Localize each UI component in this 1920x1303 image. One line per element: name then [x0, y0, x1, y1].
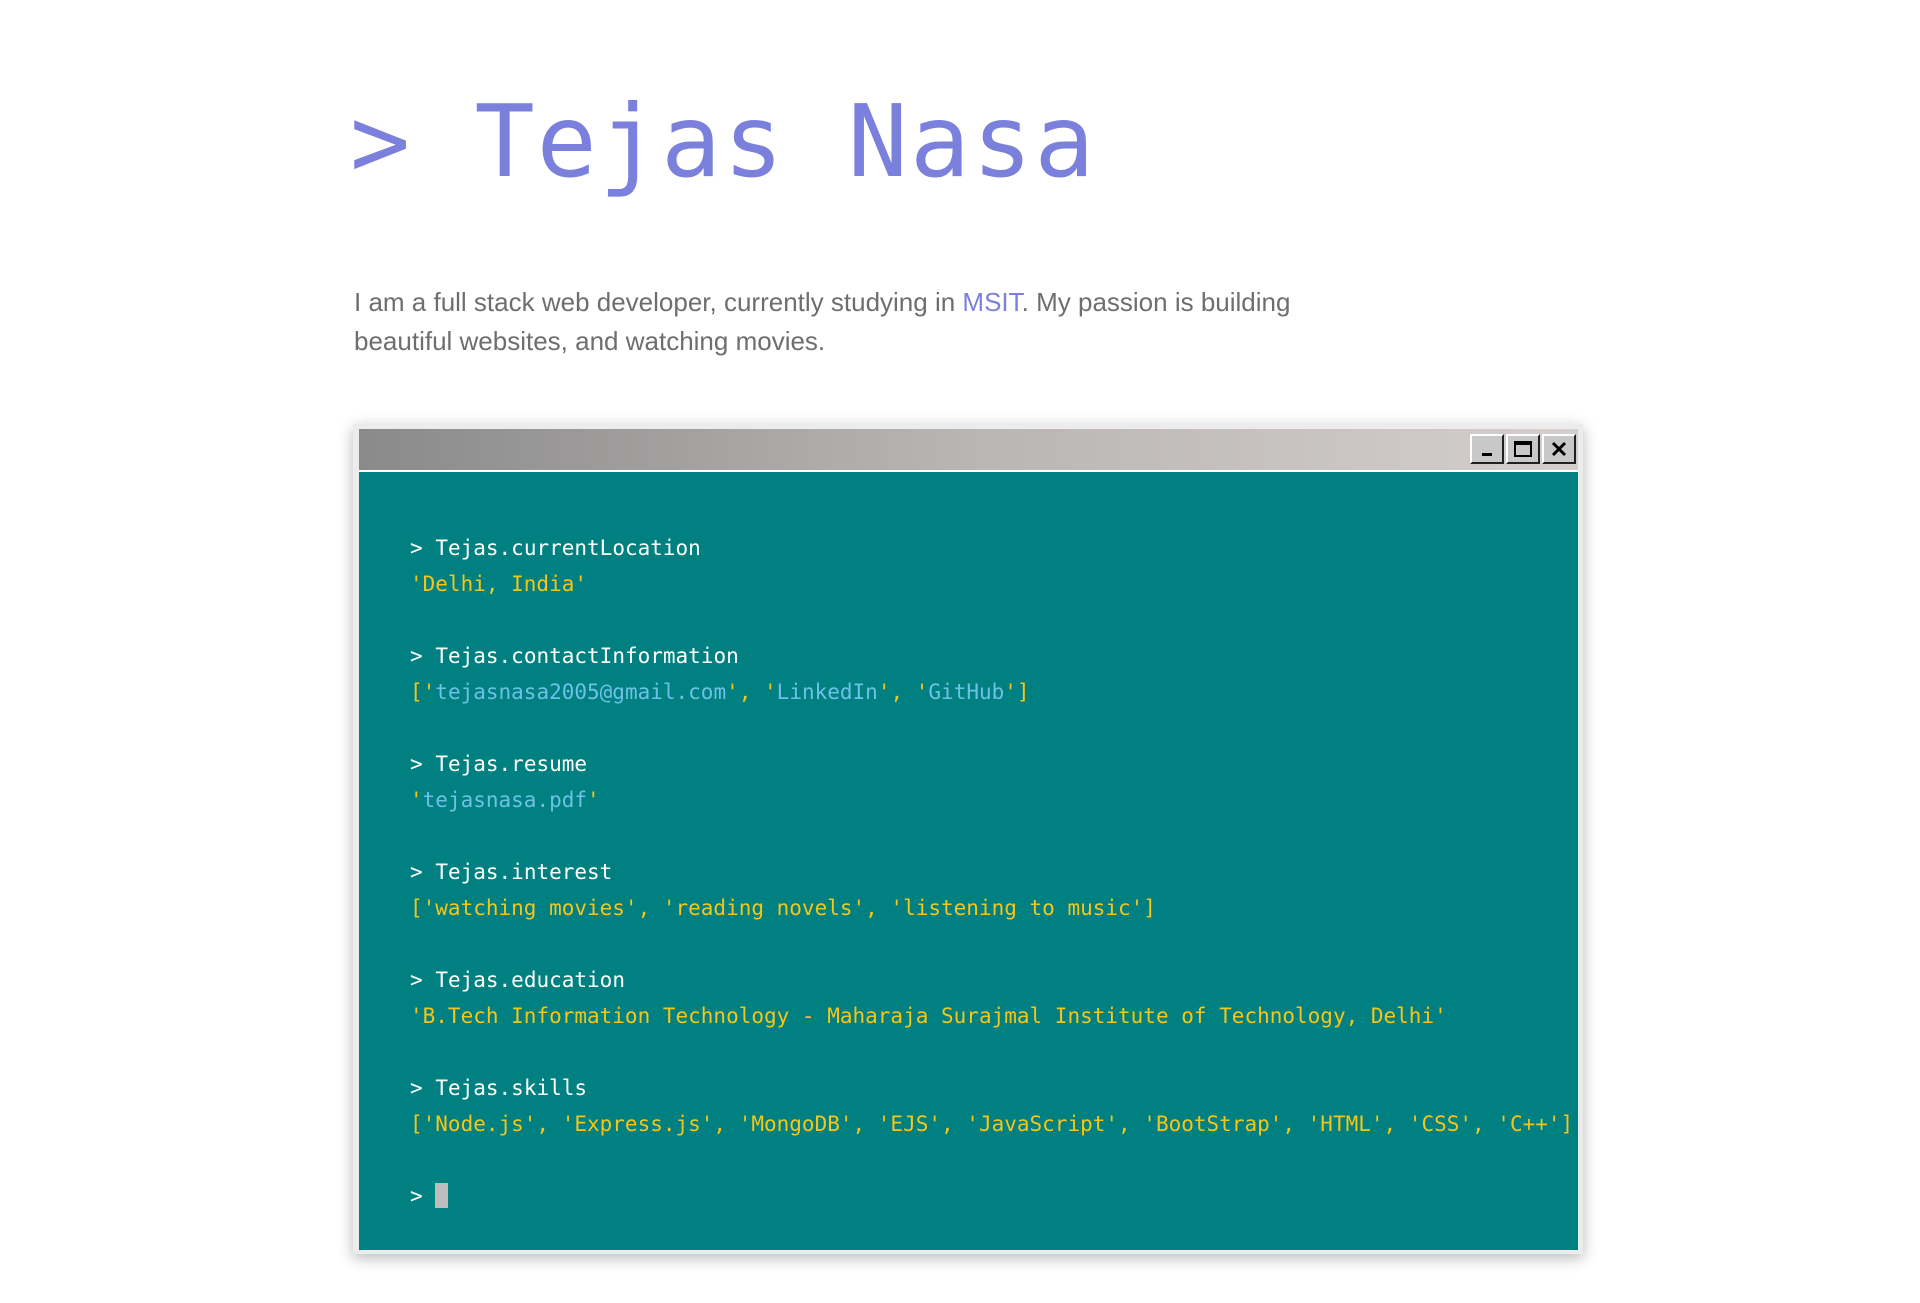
- output-location: 'Delhi, India': [410, 572, 588, 596]
- msit-link[interactable]: MSIT: [962, 287, 1021, 317]
- text-cursor: [434, 1183, 448, 1208]
- prompt-symbol: >: [410, 860, 423, 884]
- command-text: Tejas.education: [435, 968, 625, 992]
- output-resume: 'tejasnasa.pdf': [410, 782, 1578, 818]
- input-line[interactable]: >: [410, 1178, 1578, 1214]
- command-line: > Tejas.currentLocation: [410, 530, 1578, 566]
- output-skills: ['Node.js', 'Express.js', 'MongoDB', 'EJ…: [410, 1112, 1574, 1136]
- separator: ', ': [726, 680, 777, 704]
- prompt-symbol: >: [410, 1076, 423, 1100]
- quote-open: ': [410, 788, 423, 812]
- github-link[interactable]: GitHub: [928, 680, 1004, 704]
- output-education: 'B.Tech Information Technology - Maharaj…: [410, 1004, 1447, 1028]
- title-prompt: >: [350, 83, 413, 200]
- command-line: > Tejas.interest: [410, 854, 1578, 890]
- minimize-button[interactable]: [1470, 434, 1504, 464]
- resume-link[interactable]: tejasnasa.pdf: [423, 788, 587, 812]
- window-titlebar[interactable]: [359, 429, 1578, 472]
- command-text: Tejas.interest: [435, 860, 613, 884]
- title-name: Tejas Nasa: [474, 83, 1097, 200]
- command-line: > Tejas.contactInformation: [410, 638, 1578, 674]
- command-text: Tejas.currentLocation: [435, 536, 701, 560]
- entry-contact: > Tejas.contactInformation ['tejasnasa20…: [410, 638, 1578, 710]
- prompt-symbol: >: [410, 752, 423, 776]
- prompt-symbol: >: [410, 644, 423, 668]
- minimize-icon: [1482, 453, 1492, 456]
- entry-interest: > Tejas.interest ['watching movies', 're…: [410, 854, 1578, 926]
- entry-education: > Tejas.education 'B.Tech Information Te…: [410, 962, 1578, 1034]
- close-icon: [1551, 441, 1567, 457]
- maximize-icon: [1514, 441, 1532, 457]
- command-line: > Tejas.skills: [410, 1070, 1578, 1106]
- terminal-body: > Tejas.currentLocation 'Delhi, India' >…: [359, 472, 1578, 1250]
- page: > Tejas Nasa I am a full stack web devel…: [0, 0, 1920, 1303]
- bracket-open: [': [410, 680, 436, 704]
- entry-resume: > Tejas.resume 'tejasnasa.pdf': [410, 746, 1578, 818]
- bracket-close: ']: [1004, 680, 1030, 704]
- command-text: Tejas.resume: [435, 752, 588, 776]
- entry-location: > Tejas.currentLocation 'Delhi, India': [410, 530, 1578, 602]
- output-interest: ['watching movies', 'reading novels', 'l…: [410, 896, 1156, 920]
- email-link[interactable]: tejasnasa2005@gmail.com: [435, 680, 726, 704]
- command-text: Tejas.contactInformation: [435, 644, 739, 668]
- intro-text-start: I am a full stack web developer, current…: [354, 287, 963, 317]
- terminal-window: > Tejas.currentLocation 'Delhi, India' >…: [353, 424, 1583, 1254]
- entry-skills: > Tejas.skills ['Node.js', 'Express.js',…: [410, 1070, 1578, 1142]
- window-controls: [1470, 434, 1576, 464]
- output-contact: ['tejasnasa2005@gmail.com', 'LinkedIn', …: [410, 674, 1578, 710]
- page-title: > Tejas Nasa: [350, 82, 1097, 202]
- close-button[interactable]: [1542, 434, 1576, 464]
- linkedin-link[interactable]: LinkedIn: [777, 680, 878, 704]
- maximize-button[interactable]: [1506, 434, 1540, 464]
- command-line: > Tejas.resume: [410, 746, 1578, 782]
- separator: ', ': [877, 680, 929, 704]
- prompt-symbol: >: [410, 968, 423, 992]
- quote-close: ': [587, 788, 600, 812]
- command-text: Tejas.skills: [435, 1076, 588, 1100]
- prompt-symbol: >: [410, 1184, 423, 1208]
- command-line: > Tejas.education: [410, 962, 1578, 998]
- intro-paragraph: I am a full stack web developer, current…: [354, 283, 1314, 361]
- prompt-symbol: >: [410, 536, 423, 560]
